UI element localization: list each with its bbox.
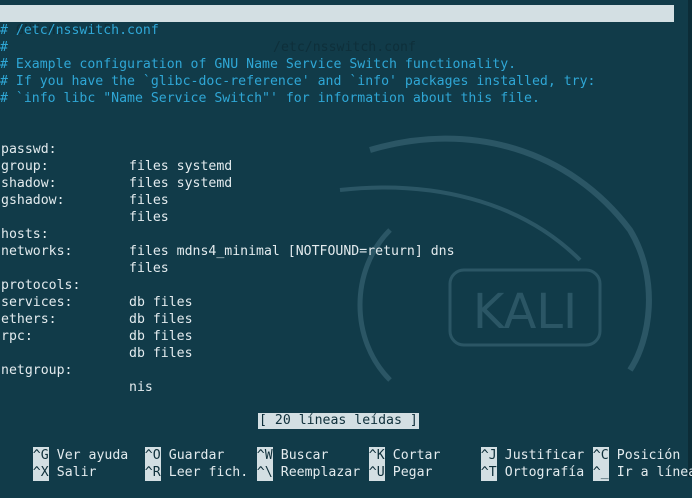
shortcut-key: ^X — [32, 464, 49, 481]
config-line-protocols[interactable]: protocols: db files — [0, 260, 193, 310]
config-key: netgroup: — [1, 363, 73, 378]
config-value: db files — [129, 346, 193, 361]
status-message: [ 20 líneas leídas ] — [258, 413, 419, 429]
config-line-shadow[interactable]: shadow: files — [0, 158, 169, 208]
scrollbar[interactable] — [688, 0, 692, 477]
config-key: gshadow: — [1, 193, 65, 208]
shortcut-key: ^U — [368, 464, 385, 481]
comment-line[interactable]: # — [0, 39, 8, 56]
nano-titlebar: GNU nano 4.5 /etc/nsswitch.conf — [0, 5, 674, 55]
shortcut-label: Pegar — [392, 465, 433, 480]
shortcut-help[interactable]: ^G Ver ayuda — [1, 430, 128, 464]
file-path: /etc/nsswitch.conf — [273, 40, 416, 55]
comment-line[interactable]: # Example configuration of GNU Name Serv… — [0, 56, 516, 73]
shortcut-label: Ir a línea — [616, 465, 692, 480]
config-value: files systemd — [129, 176, 233, 191]
config-line-services[interactable]: services: db files — [0, 277, 193, 327]
comment-line[interactable]: # If you have the `glibc-doc-reference' … — [0, 73, 595, 90]
config-line-group[interactable]: group: files systemd — [0, 141, 232, 191]
terminal-window[interactable]: KALI GNU nano 4.5 /etc/nsswitch.conf # /… — [0, 0, 692, 481]
shortcut-key: ^\ — [256, 464, 273, 481]
kali-watermark: KALI — [339, 135, 652, 382]
config-value: files systemd — [129, 159, 233, 174]
config-value: files mdns4_minimal [NOTFOUND=return] dn… — [129, 244, 455, 259]
watermark-text: KALI — [473, 284, 577, 340]
shortcut-key: ^T — [480, 464, 497, 481]
config-value: db files — [129, 312, 193, 327]
config-line-netgroup[interactable]: netgroup: nis — [0, 345, 153, 395]
shortcut-exit[interactable]: ^X Salir — [1, 447, 96, 481]
config-value: files — [129, 210, 169, 225]
comment-line[interactable]: # /etc/nsswitch.conf — [0, 22, 159, 39]
config-line-passwd[interactable]: passwd: files systemd — [0, 124, 232, 174]
comment-line[interactable]: # `info libc "Name Service Switch"' for … — [0, 90, 540, 107]
config-value: files — [129, 261, 169, 276]
config-value: db files — [129, 329, 193, 344]
shortcut-goto-line[interactable]: ^_ Ir a línea — [561, 447, 692, 481]
config-value: db files — [129, 295, 193, 310]
config-line-networks[interactable]: networks: files — [0, 226, 169, 276]
shortcut-search[interactable]: ^W Buscar — [225, 430, 328, 464]
config-value: files — [129, 193, 169, 208]
shortcut-key: ^_ — [592, 464, 609, 481]
shortcut-save[interactable]: ^O Guardar — [113, 430, 224, 464]
shortcut-position[interactable]: ^C Posición — [561, 430, 680, 464]
config-line-gshadow[interactable]: gshadow: files — [0, 175, 169, 225]
config-value: nis — [129, 380, 153, 395]
config-key: networks: — [1, 244, 73, 259]
shortcut-paste[interactable]: ^U Pegar — [337, 447, 432, 481]
config-line-rpc[interactable]: rpc: db files — [0, 311, 193, 361]
config-line-ethers[interactable]: ethers: db files — [0, 294, 193, 344]
shortcut-cut[interactable]: ^K Cortar — [337, 430, 440, 464]
config-line-hosts[interactable]: hosts: files mdns4_minimal [NOTFOUND=ret… — [0, 209, 455, 259]
config-key: rpc: — [1, 329, 33, 344]
shortcut-label: Salir — [56, 465, 97, 480]
shortcut-key: ^R — [144, 464, 161, 481]
